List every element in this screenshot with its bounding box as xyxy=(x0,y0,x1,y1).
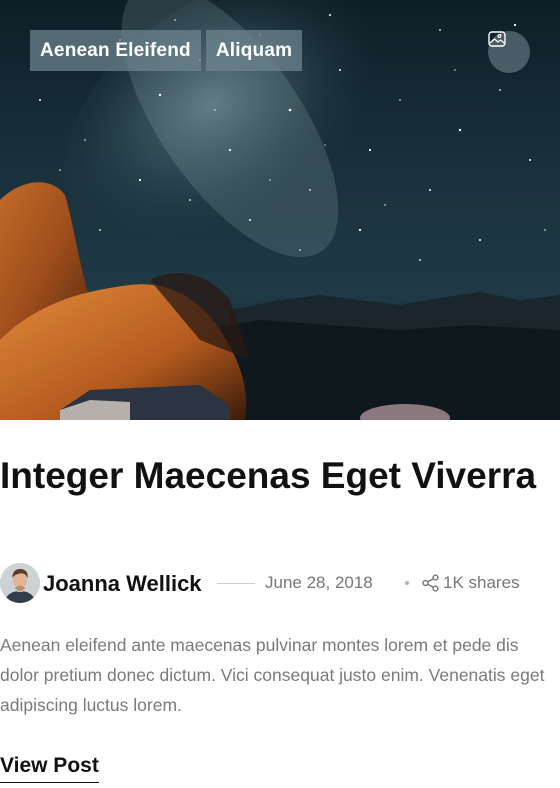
post-title[interactable]: Integer Maecenas Eget Viverra xyxy=(0,456,540,496)
category-tag[interactable]: Aenean Eleifend xyxy=(30,30,201,71)
meta-divider xyxy=(217,583,255,584)
post-format-button[interactable] xyxy=(488,31,530,73)
share-count[interactable]: 1K shares xyxy=(421,573,520,593)
avatar-portrait xyxy=(0,563,40,603)
image-icon xyxy=(488,31,506,47)
category-tags: Aenean Eleifend Aliquam xyxy=(30,30,303,71)
post-featured-image[interactable]: Aenean Eleifend Aliquam xyxy=(0,0,560,420)
post-meta: Joanna Wellick June 28, 2018 1K shares xyxy=(0,563,560,605)
avatar[interactable] xyxy=(0,563,40,603)
meta-separator-dot xyxy=(405,581,409,585)
category-tag[interactable]: Aliquam xyxy=(205,30,303,71)
post-date[interactable]: June 28, 2018 xyxy=(265,573,373,593)
share-count-label: 1K shares xyxy=(443,573,520,592)
share-icon xyxy=(422,574,439,592)
author-name[interactable]: Joanna Wellick xyxy=(43,571,202,597)
post-excerpt: Aenean eleifend ante maecenas pulvinar m… xyxy=(0,635,545,715)
view-post-link[interactable]: View Post xyxy=(0,754,99,783)
